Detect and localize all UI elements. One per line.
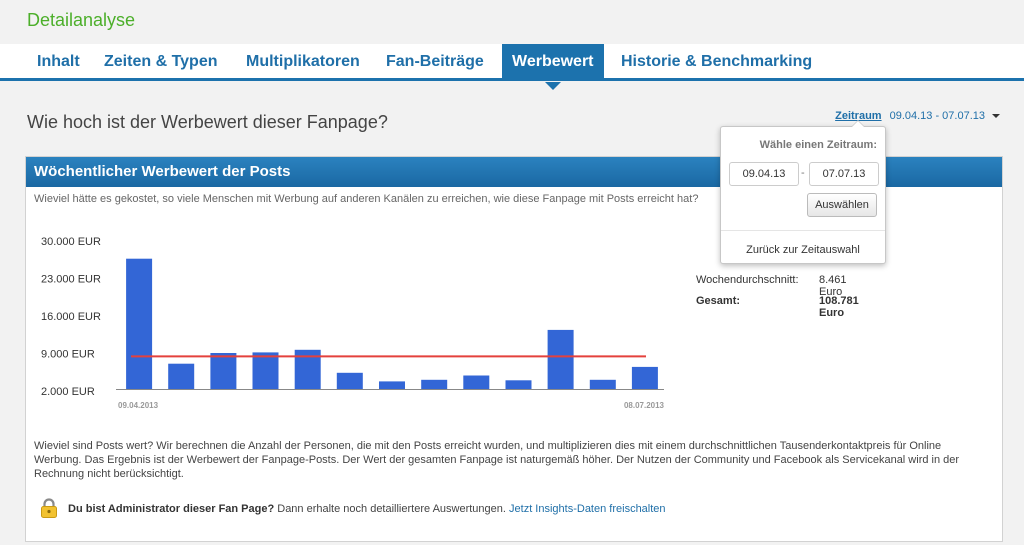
tab-bar: Inhalt Zeiten & Typen Multiplikatoren Fa…: [0, 44, 1024, 90]
tab-inhalt[interactable]: Inhalt: [27, 44, 90, 78]
y-tick-label: 2.000 EUR: [41, 386, 95, 398]
bar[interactable]: [421, 379, 448, 390]
bar[interactable]: [463, 375, 490, 390]
stat-total-value: 108.781 Euro: [819, 295, 859, 319]
unlock-insights-link[interactable]: Jetzt Insights-Daten freischalten: [509, 503, 666, 515]
panel-subtitle: Wieviel hätte es gekostet, so viele Mens…: [34, 193, 699, 205]
bar[interactable]: [168, 363, 195, 389]
bar[interactable]: [379, 381, 405, 389]
tab-zeiten-typen[interactable]: Zeiten & Typen: [94, 44, 228, 78]
bar[interactable]: [631, 366, 658, 389]
y-tick-label: 16.000 EUR: [41, 311, 101, 323]
tab-historie-benchmarking[interactable]: Historie & Benchmarking: [611, 44, 822, 78]
date-range-popover: Wähle einen Zeitraum: - Auswählen Zurück…: [720, 120, 886, 264]
bar[interactable]: [252, 352, 279, 389]
tab-multiplikatoren[interactable]: Multiplikatoren: [236, 44, 370, 78]
admin-notice-text: Dann erhalte noch detailliertere Auswert…: [274, 503, 510, 515]
date-separator: -: [801, 167, 805, 179]
x-tick-start: 09.04.2013: [118, 401, 159, 410]
explanation-text: Wieviel sind Posts wert? Wir berechnen d…: [34, 440, 960, 480]
tab-fan-beitraege[interactable]: Fan-Beiträge: [376, 44, 494, 78]
date-range-value: 09.04.13 - 07.07.13: [889, 110, 985, 122]
bar[interactable]: [547, 329, 574, 389]
y-tick-label: 23.000 EUR: [41, 274, 101, 286]
weekly-ad-value-chart: 30.000 EUR 23.000 EUR 16.000 EUR 9.000 EUR 2…: [41, 236, 665, 410]
lock-icon: [41, 498, 57, 518]
y-tick-label: 30.000 EUR: [41, 236, 101, 248]
popover-divider: [721, 230, 885, 231]
bar[interactable]: [126, 258, 153, 389]
section-question: Wie hoch ist der Werbewert dieser Fanpag…: [27, 112, 388, 132]
bar[interactable]: [505, 380, 532, 389]
bar[interactable]: [336, 372, 363, 389]
caret-down-icon: [992, 114, 1000, 119]
end-date-input[interactable]: [809, 162, 879, 186]
y-tick-label: 9.000 EUR: [41, 349, 95, 361]
admin-notice-bold: Du bist Administrator dieser Fan Page?: [68, 503, 275, 515]
bar[interactable]: [589, 379, 616, 390]
start-date-input[interactable]: [729, 162, 799, 186]
back-to-range-selection[interactable]: Zurück zur Zeitauswahl: [721, 244, 885, 256]
select-range-button[interactable]: Auswählen: [807, 193, 877, 217]
bar[interactable]: [210, 353, 237, 389]
page-title: Detailanalyse: [27, 10, 136, 30]
popover-title: Wähle einen Zeitraum:: [759, 139, 877, 151]
tab-werbewert[interactable]: Werbewert: [502, 44, 604, 90]
x-tick-end: 08.07.2013: [624, 401, 665, 410]
stat-total-label: Gesamt:: [696, 295, 741, 307]
stat-average-label: Wochendurchschnitt:: [696, 274, 799, 286]
